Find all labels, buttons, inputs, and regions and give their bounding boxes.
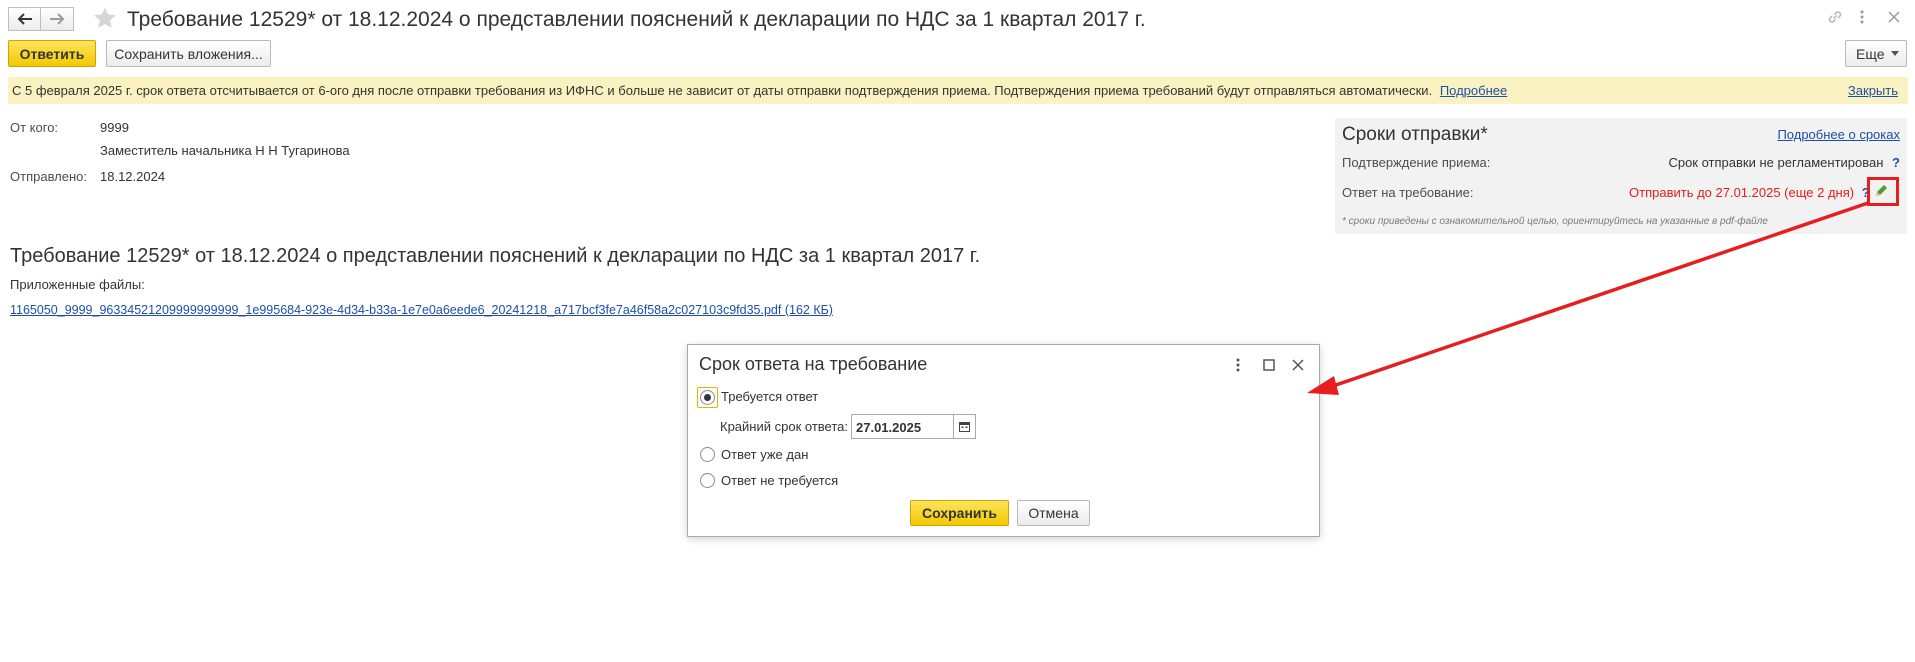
sent-label: Отправлено: xyxy=(10,169,88,184)
maximize-icon[interactable] xyxy=(1263,359,1275,371)
answer-deadline-value: Отправить до 27.01.2025 (еще 2 дня) xyxy=(1629,185,1855,200)
dialog-cancel-button[interactable]: Отмена xyxy=(1017,500,1090,526)
info-more-link[interactable]: Подробнее xyxy=(1440,83,1507,98)
radio-response-not-required[interactable] xyxy=(700,473,715,488)
deadline-date-value: 27.01.2025 xyxy=(856,420,922,435)
receipt-row-value: Срок отправки не регламентирован ? xyxy=(1668,155,1900,170)
deadlines-details-link[interactable]: Подробнее о сроках xyxy=(1777,127,1900,142)
vertical-dots-icon[interactable] xyxy=(1857,8,1867,26)
edit-highlight-annotation xyxy=(1867,177,1899,206)
forward-button[interactable] xyxy=(41,7,74,31)
calendar-icon xyxy=(959,422,970,432)
document-heading: Требование 12529* от 18.12.2024 о предст… xyxy=(10,245,981,267)
info-text: С 5 февраля 2025 г. срок ответа отсчитыв… xyxy=(12,83,1433,98)
attached-file-link[interactable]: 1165050_9999_96334521209999999999_1e9956… xyxy=(10,303,833,317)
back-button[interactable] xyxy=(8,7,41,31)
attached-files-label: Приложенные файлы: xyxy=(10,277,145,292)
deadlines-panel: Сроки отправки* Подробнее о сроках Подтв… xyxy=(1335,118,1907,234)
from-label: От кого: xyxy=(10,120,59,135)
close-icon[interactable] xyxy=(1885,8,1903,26)
save-attachments-button[interactable]: Сохранить вложения... xyxy=(106,40,271,67)
from-name: Заместитель начальника Н Н Тугаринова xyxy=(100,143,350,158)
option-not-required-label[interactable]: Ответ не требуется xyxy=(721,473,838,488)
more-label: Еще xyxy=(1856,45,1885,62)
option-required-label[interactable]: Требуется ответ xyxy=(721,389,818,404)
vertical-dots-icon[interactable] xyxy=(1235,357,1241,373)
info-close-link[interactable]: Закрыть xyxy=(1848,83,1898,98)
reply-button[interactable]: Ответить xyxy=(8,40,96,67)
calendar-button[interactable] xyxy=(954,414,976,439)
receipt-value: Срок отправки не регламентирован xyxy=(1668,155,1884,170)
navigation-buttons xyxy=(8,7,74,31)
star-icon[interactable] xyxy=(92,6,118,31)
dialog-save-button[interactable]: Сохранить xyxy=(910,500,1009,526)
radio-response-required[interactable] xyxy=(700,390,715,405)
from-code: 9999 xyxy=(100,120,129,135)
deadline-label: Крайний срок ответа: xyxy=(720,419,848,434)
radio-response-given[interactable] xyxy=(700,447,715,462)
more-button[interactable]: Еще xyxy=(1845,40,1907,67)
link-icon[interactable] xyxy=(1826,8,1844,26)
sent-date: 18.12.2024 xyxy=(100,169,166,184)
receipt-label: Подтверждение приема: xyxy=(1342,155,1491,170)
answer-label: Ответ на требование: xyxy=(1342,185,1474,200)
answer-row-value: Отправить до 27.01.2025 (еще 2 дня) ? xyxy=(1629,185,1870,200)
option-given-label[interactable]: Ответ уже дан xyxy=(721,447,808,462)
deadlines-footnote: * сроки приведены с ознакомительной цель… xyxy=(1342,216,1768,227)
receipt-help-icon[interactable]: ? xyxy=(1892,155,1900,170)
info-bar: С 5 февраля 2025 г. срок ответа отсчитыв… xyxy=(8,77,1908,104)
info-message: С 5 февраля 2025 г. срок ответа отсчитыв… xyxy=(12,83,1507,98)
arrow-right-icon xyxy=(50,13,65,25)
dialog-title: Срок ответа на требование xyxy=(699,354,928,374)
deadlines-title: Сроки отправки* xyxy=(1342,124,1488,145)
arrow-left-icon xyxy=(17,13,32,25)
chevron-down-icon xyxy=(1890,51,1899,56)
window-title: Требование 12529* от 18.12.2024 о предст… xyxy=(127,8,1146,31)
close-icon[interactable] xyxy=(1291,358,1305,372)
deadline-date-input[interactable]: 27.01.2025 xyxy=(851,414,954,439)
deadline-dialog: Срок ответа на требование Требуется отве… xyxy=(687,344,1320,537)
